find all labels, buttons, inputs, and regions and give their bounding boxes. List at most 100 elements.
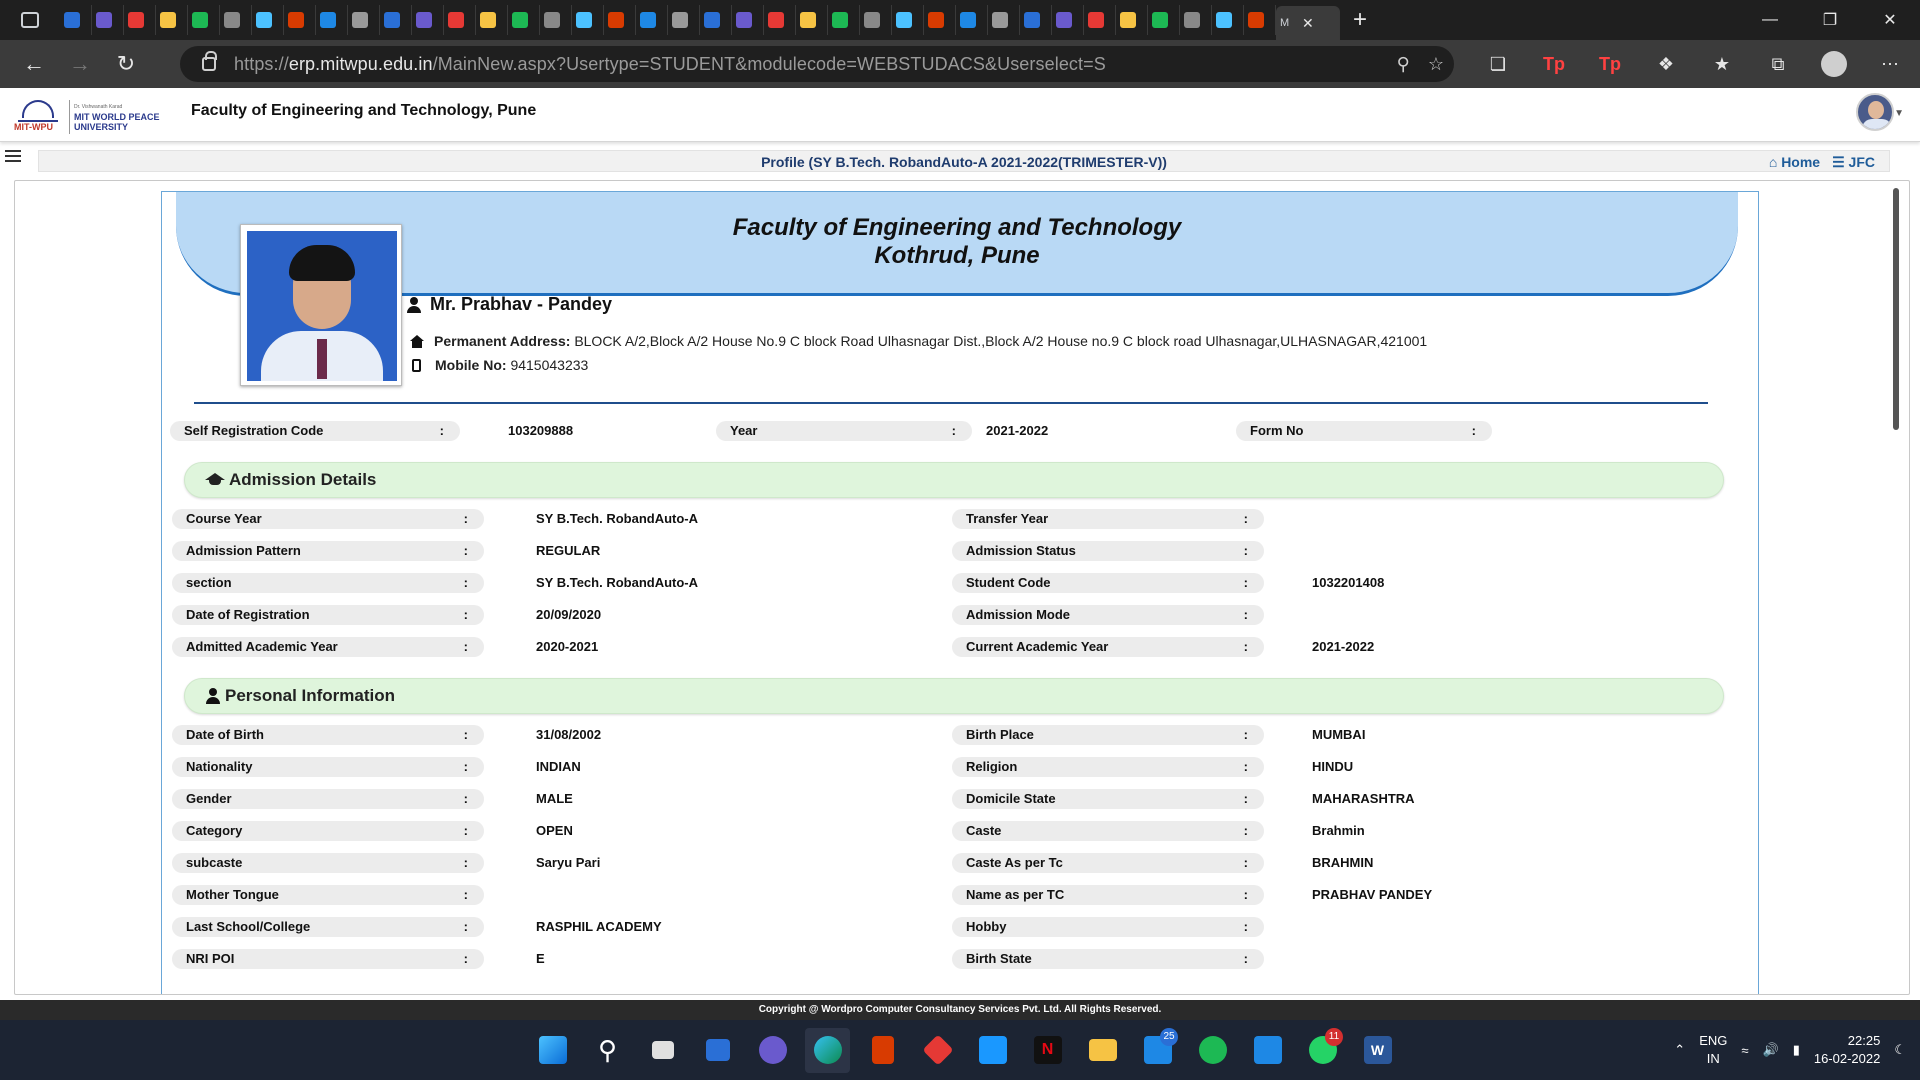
- browser-tab-active[interactable]: M ✕: [1276, 6, 1340, 40]
- browser-tab[interactable]: [220, 5, 252, 35]
- browser-tab[interactable]: [1244, 5, 1276, 35]
- edge-browser-icon[interactable]: [805, 1027, 850, 1073]
- browser-tab[interactable]: [412, 5, 444, 35]
- field-label: Mother Tongue:: [172, 885, 484, 905]
- browser-tab[interactable]: [92, 5, 124, 35]
- extension-tp-icon[interactable]: Tp: [1526, 40, 1582, 88]
- new-tab-button[interactable]: +: [1340, 6, 1380, 34]
- minimize-button[interactable]: —: [1740, 0, 1800, 40]
- wifi-icon[interactable]: ≈: [1741, 1043, 1748, 1058]
- browser-tab[interactable]: [476, 5, 508, 35]
- url-text[interactable]: https://erp.mitwpu.edu.in/MainNew.aspx?U…: [234, 54, 1106, 75]
- browser-tab[interactable]: [188, 5, 220, 35]
- settings-more-icon[interactable]: ⋯: [1862, 40, 1918, 88]
- notification-icon[interactable]: ☾: [1894, 1042, 1906, 1058]
- hamburger-menu-icon[interactable]: [5, 150, 21, 162]
- browser-tab[interactable]: [604, 5, 636, 35]
- chevron-up-icon[interactable]: ⌃: [1674, 1042, 1685, 1058]
- page-scrollbar[interactable]: [1893, 188, 1899, 430]
- browser-tab[interactable]: [540, 5, 572, 35]
- browser-tab[interactable]: [1116, 5, 1148, 35]
- browser-tab[interactable]: [316, 5, 348, 35]
- whatsapp-icon[interactable]: 11: [1300, 1027, 1345, 1073]
- field-label: Form No:: [1236, 421, 1492, 441]
- clock[interactable]: 22:25 16-02-2022: [1814, 1032, 1881, 1068]
- home-link[interactable]: ⌂ Home: [1769, 154, 1820, 171]
- lock-icon[interactable]: [202, 51, 217, 71]
- browser-tab[interactable]: [668, 5, 700, 35]
- favorite-star-icon[interactable]: ☆: [1428, 54, 1444, 75]
- spotify-icon[interactable]: [1190, 1028, 1235, 1073]
- university-logo[interactable]: MIT-WPU Dr. Vishwanath Karad MIT WORLD PE…: [14, 98, 168, 136]
- close-tab-icon[interactable]: ✕: [1302, 15, 1314, 32]
- address-bar[interactable]: https://erp.mitwpu.edu.in/MainNew.aspx?U…: [180, 46, 1454, 82]
- browser-tab[interactable]: [828, 5, 860, 35]
- browser-tab[interactable]: [1148, 5, 1180, 35]
- battery-icon[interactable]: ▮: [1793, 1042, 1800, 1058]
- search-icon[interactable]: ⚲: [585, 1028, 630, 1073]
- browser-tab[interactable]: [156, 5, 188, 35]
- browser-tab[interactable]: [284, 5, 316, 35]
- browser-tab[interactable]: [1084, 5, 1116, 35]
- browser-tab[interactable]: [860, 5, 892, 35]
- browser-tab[interactable]: [732, 5, 764, 35]
- refresh-button[interactable]: ↻: [104, 46, 148, 82]
- browser-tab[interactable]: [636, 5, 668, 35]
- field-label: Gender:: [172, 789, 484, 809]
- browser-tab[interactable]: [444, 5, 476, 35]
- browser-tab[interactable]: [252, 5, 284, 35]
- tab-actions-button[interactable]: [0, 0, 60, 40]
- browser-tab[interactable]: [1052, 5, 1084, 35]
- language-indicator[interactable]: ENG IN: [1699, 1032, 1727, 1068]
- profile-button[interactable]: [1806, 40, 1862, 88]
- back-button[interactable]: ←: [12, 46, 56, 82]
- tab-favicon-icon: [1120, 12, 1136, 28]
- tab-favicon-icon: [320, 12, 336, 28]
- mail-icon[interactable]: 25: [1135, 1027, 1180, 1073]
- browser-tab[interactable]: [1212, 5, 1244, 35]
- browser-tab[interactable]: [124, 5, 156, 35]
- browser-tab[interactable]: [1180, 5, 1212, 35]
- browser-tab[interactable]: [380, 5, 412, 35]
- field-value: SY B.Tech. RobandAuto-A: [536, 511, 699, 526]
- caret-down-icon[interactable]: ▼: [1894, 108, 1904, 119]
- prime-video-icon[interactable]: [970, 1028, 1015, 1073]
- task-view-icon[interactable]: [640, 1028, 685, 1073]
- restore-button[interactable]: ❐: [1800, 0, 1860, 40]
- close-window-button[interactable]: ✕: [1860, 0, 1920, 40]
- browser-tab[interactable]: [924, 5, 956, 35]
- mobile-number: Mobile No: 9415043233: [410, 357, 588, 373]
- user-avatar[interactable]: [1856, 93, 1894, 131]
- netflix-icon[interactable]: N: [1025, 1028, 1070, 1073]
- collections-icon[interactable]: ❏: [1470, 40, 1526, 88]
- jfc-link[interactable]: ☰ JFC: [1832, 154, 1875, 171]
- teams-chat-icon[interactable]: [750, 1028, 795, 1073]
- forward-button[interactable]: →: [58, 46, 102, 82]
- browser-tab[interactable]: [1020, 5, 1052, 35]
- collections-button-icon[interactable]: ⧉: [1750, 40, 1806, 88]
- word-icon[interactable]: W: [1355, 1028, 1400, 1073]
- browser-tab[interactable]: [892, 5, 924, 35]
- browser-tab[interactable]: [956, 5, 988, 35]
- browser-tab[interactable]: [508, 5, 540, 35]
- extension-tp-icon-2[interactable]: Tp: [1582, 40, 1638, 88]
- app-red-diamond-icon[interactable]: [915, 1028, 960, 1073]
- browser-tab[interactable]: [572, 5, 604, 35]
- extensions-puzzle-icon[interactable]: ❖: [1638, 40, 1694, 88]
- browser-tab[interactable]: [988, 5, 1020, 35]
- start-button[interactable]: [530, 1028, 575, 1073]
- browser-tab[interactable]: [348, 5, 380, 35]
- vscode-icon[interactable]: [1245, 1028, 1290, 1073]
- browser-tab[interactable]: [60, 5, 92, 35]
- browser-tab[interactable]: [796, 5, 828, 35]
- zoom-icon[interactable]: ⚲: [1397, 54, 1410, 75]
- volume-icon[interactable]: 🔊: [1763, 1042, 1779, 1058]
- browser-tab[interactable]: [764, 5, 796, 35]
- office-icon[interactable]: [860, 1028, 905, 1073]
- browser-tab[interactable]: [700, 5, 732, 35]
- widgets-icon[interactable]: [695, 1028, 740, 1073]
- field-label: Category:: [172, 821, 484, 841]
- favorites-icon[interactable]: ★: [1694, 40, 1750, 88]
- field-label: Course Year:: [172, 509, 484, 529]
- file-explorer-icon[interactable]: [1080, 1028, 1125, 1073]
